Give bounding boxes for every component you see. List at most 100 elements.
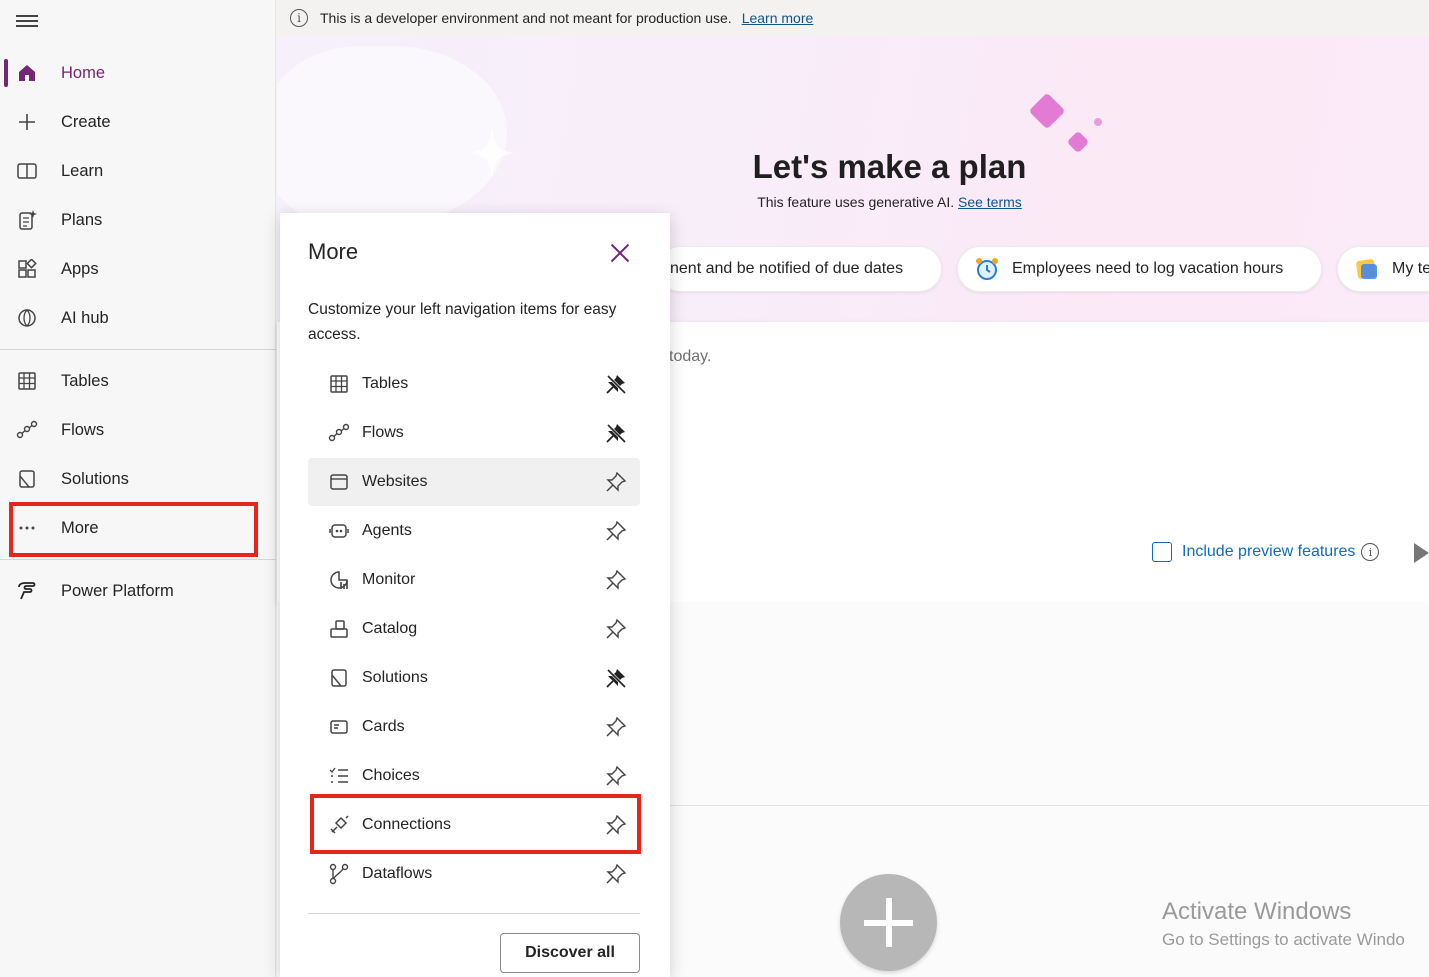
monitor-icon [328,569,350,591]
watermark-line-1: Activate Windows [1162,898,1352,925]
more-item-dataflows[interactable]: Dataflows [308,850,640,898]
flows-icon [16,419,38,441]
hero-subtitle: This feature uses generative AI. See ter… [277,194,1429,210]
item-label: Monitor [362,571,416,588]
suggestion-pill[interactable]: My te [1337,246,1429,292]
unpin-icon[interactable] [604,666,628,690]
more-item-agents[interactable]: Agents [308,507,640,555]
connections-highlight-box [310,794,641,854]
nav-item-plans[interactable]: Plans [0,200,276,240]
info-icon[interactable]: i [1361,543,1380,561]
cards-icon [328,716,350,738]
item-label: Websites [362,473,428,490]
item-label: Solutions [362,669,428,686]
discover-all-button[interactable]: Discover all [500,933,640,973]
info-icon: i [290,9,308,27]
more-highlight-box [9,502,258,557]
item-label: Catalog [362,620,418,637]
prompt-placeholder-text: today. [669,348,712,365]
more-item-solutions[interactable]: Solutions [308,654,640,702]
more-panel: More Customize your left navigation item… [280,213,670,977]
nav-label: Flows [61,420,105,439]
pin-icon[interactable] [604,568,628,592]
suggestion-pill[interactable]: nent and be notified of due dates [657,246,942,292]
nav-label: Power Platform [61,581,174,600]
nav-label: Create [61,112,111,131]
nav-item-tables[interactable]: Tables [0,361,276,401]
plans-icon [16,209,38,231]
apps-icon [16,258,38,280]
dataflows-icon [328,863,350,885]
power-platform-icon [16,580,38,602]
item-label: Tables [362,375,409,392]
include-preview-toggle[interactable]: Include preview features i [1152,542,1380,562]
ai-hub-icon [16,307,38,329]
more-item-cards[interactable]: Cards [308,703,640,751]
banner-message: This is a developer environment and not … [320,10,732,26]
suggestion-text: Employees need to log vacation hours [1012,260,1284,277]
solutions-icon [328,667,350,689]
item-label: Agents [362,522,412,539]
more-item-catalog[interactable]: Catalog [308,605,640,653]
hamburger-menu-icon[interactable] [16,12,38,32]
item-label: Choices [362,767,420,784]
nav-label: Learn [61,161,104,180]
nav-item-solutions[interactable]: Solutions [0,459,276,499]
learn-more-link[interactable]: Learn more [742,10,814,26]
alarm-clock-icon [974,256,1000,282]
nav-label: Tables [61,371,109,390]
send-icon[interactable] [1414,543,1429,563]
close-icon[interactable] [610,243,630,263]
nav-item-home[interactable]: Home [0,53,276,93]
add-new-button[interactable] [840,874,937,971]
activate-windows-watermark: Activate Windows Go to Settings to activ… [1162,898,1405,950]
pin-icon[interactable] [604,715,628,739]
nav-item-power-platform[interactable]: Power Platform [0,571,276,611]
nav-item-flows[interactable]: Flows [0,410,276,450]
item-label: Cards [362,718,405,735]
item-label: Dataflows [362,865,433,882]
left-navigation: Home Create Learn Plans Apps AI hub Tabl… [0,0,276,977]
pin-icon[interactable] [604,519,628,543]
panel-divider [308,913,640,914]
hero-subtitle-text: This feature uses generative AI. [757,194,955,210]
nav-item-learn[interactable]: Learn [0,151,276,191]
nav-divider [0,349,276,350]
panel-title: More [308,239,359,264]
pin-icon[interactable] [604,862,628,886]
unpin-icon[interactable] [604,372,628,396]
agents-icon [328,520,350,542]
section-divider [670,805,1429,806]
nav-divider [0,559,276,560]
nav-label: Apps [61,259,99,278]
see-terms-link[interactable]: See terms [958,194,1022,210]
catalog-icon [328,618,350,640]
nav-item-apps[interactable]: Apps [0,249,276,289]
nav-label: Home [61,63,106,82]
choices-icon [328,765,350,787]
more-item-tables[interactable]: Tables [308,360,640,408]
more-item-monitor[interactable]: Monitor [308,556,640,604]
more-item-choices[interactable]: Choices [308,752,640,800]
nav-item-ai-hub[interactable]: AI hub [0,298,276,338]
pin-icon[interactable] [604,764,628,788]
watermark-line-2: Go to Settings to activate Windo [1162,930,1405,949]
nav-item-create[interactable]: Create [0,102,276,142]
more-item-flows[interactable]: Flows [308,409,640,457]
pin-icon[interactable] [604,470,628,494]
solutions-icon [16,468,38,490]
preview-checkbox[interactable] [1152,542,1172,562]
hero-title: Let's make a plan [752,148,1027,185]
table-icon [16,370,38,392]
flows-icon [328,422,350,444]
unpin-icon[interactable] [604,421,628,445]
nav-label: Plans [61,210,103,229]
dev-environment-banner: i This is a developer environment and no… [277,0,1429,36]
pin-icon[interactable] [604,617,628,641]
table-icon [328,373,350,395]
more-item-websites[interactable]: Websites [308,458,640,506]
suggestion-text: My te [1392,260,1429,277]
panel-description: Customize your left navigation items for… [308,301,617,343]
suggestion-pill[interactable]: Employees need to log vacation hours [957,246,1322,292]
nav-label: AI hub [61,308,109,327]
